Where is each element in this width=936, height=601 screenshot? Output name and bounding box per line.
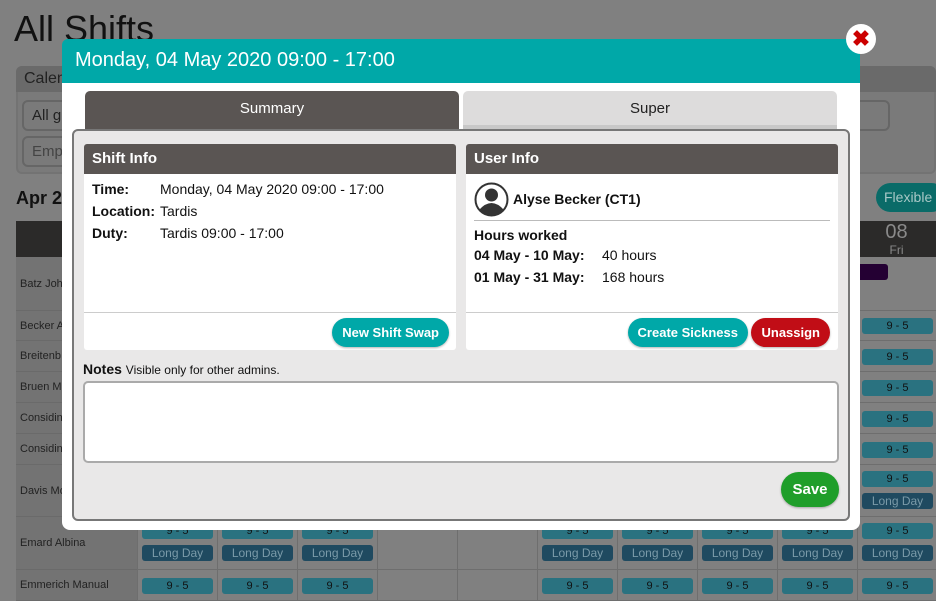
shift-badge-long-day[interactable]: Long Day xyxy=(702,545,773,561)
shift-badge-9-5[interactable]: 9 - 5 xyxy=(542,578,613,594)
shift-cell[interactable] xyxy=(857,257,936,311)
shift-badge-long-day[interactable]: Long Day xyxy=(142,545,213,561)
shift-badge-9-5[interactable]: 9 - 5 xyxy=(862,578,933,594)
shift-info-heading: Shift Info xyxy=(84,144,456,174)
modal-title: Monday, 04 May 2020 09:00 - 17:00 xyxy=(62,39,860,83)
shift-badge-9-5[interactable]: 9 - 5 xyxy=(622,578,693,594)
day-header-fri: 08 Fri xyxy=(857,221,936,257)
shift-badge-9-5[interactable]: 9 - 5 xyxy=(862,441,933,458)
save-button[interactable]: Save xyxy=(781,472,839,507)
duty-label: Duty: xyxy=(92,225,128,241)
hours-value: 168 hours xyxy=(602,269,665,285)
create-sickness-button[interactable]: Create Sickness xyxy=(627,318,748,347)
week-label: Apr 2 xyxy=(16,188,63,208)
shift-badge-long-day[interactable]: Long Day xyxy=(302,545,373,561)
shift-cell[interactable]: 9 - 5 xyxy=(857,403,936,434)
shift-cell[interactable]: 9 - 5 Long Day xyxy=(857,517,936,570)
duty-value: Tardis 09:00 - 17:00 xyxy=(160,225,284,241)
shift-cell[interactable]: 9 - 5 xyxy=(697,570,777,601)
shift-cell[interactable] xyxy=(457,570,537,601)
tab-summary[interactable]: Summary xyxy=(85,91,459,129)
shift-badge-long-day[interactable]: Long Day xyxy=(622,545,693,561)
unassign-button[interactable]: Unassign xyxy=(751,318,830,347)
shift-badge-long-day[interactable]: Long Day xyxy=(862,545,933,561)
shift-cell[interactable]: 9 - 5 xyxy=(137,570,217,601)
location-value: Tardis xyxy=(160,203,198,219)
shift-badge-9-5[interactable]: 9 - 5 xyxy=(862,379,933,396)
hours-range: 04 May - 10 May: xyxy=(474,247,585,263)
user-name: Alyse Becker (CT1) xyxy=(513,191,641,207)
new-shift-swap-button[interactable]: New Shift Swap xyxy=(332,318,449,347)
shift-badge-long-day[interactable]: Long Day xyxy=(782,545,853,561)
user-avatar-icon xyxy=(474,182,509,216)
shift-cell[interactable]: 9 - 5 xyxy=(857,341,936,372)
shift-cell[interactable]: 9 - 5 xyxy=(857,570,936,601)
shift-badge-9-5[interactable]: 9 - 5 xyxy=(782,578,853,594)
shift-cell[interactable]: 9 - 5 xyxy=(857,372,936,403)
shift-cell[interactable]: 9 - 5 xyxy=(537,570,617,601)
shift-badge-9-5[interactable]: 9 - 5 xyxy=(222,578,293,594)
notes-textarea[interactable] xyxy=(83,381,839,463)
notes-hint: Visible only for other admins. xyxy=(125,363,280,377)
notes-title: Notes xyxy=(83,361,122,377)
location-label: Location: xyxy=(92,203,155,219)
shift-cell[interactable]: 9 - 5 Long Day xyxy=(857,465,936,517)
shift-badge-9-5[interactable]: 9 - 5 xyxy=(862,410,933,427)
shift-badge-9-5[interactable]: 9 - 5 xyxy=(302,578,373,594)
shift-cell[interactable]: 9 - 5 xyxy=(617,570,697,601)
shift-badge-long-day[interactable]: Long Day xyxy=(222,545,293,561)
shift-cell[interactable]: 9 - 5 xyxy=(777,570,857,601)
shift-badge-long-day[interactable]: Long Day xyxy=(542,545,613,561)
shift-badge-9-5[interactable]: 9 - 5 xyxy=(862,348,933,365)
shift-badge-9-5[interactable]: 9 - 5 xyxy=(862,471,933,487)
tab-super[interactable]: Super xyxy=(463,91,837,129)
close-icon[interactable]: ✖ xyxy=(846,24,876,54)
day-name: Fri xyxy=(889,243,904,257)
hours-range: 01 May - 31 May: xyxy=(474,269,585,285)
hours-value: 40 hours xyxy=(602,247,657,263)
time-value: Monday, 04 May 2020 09:00 - 17:00 xyxy=(160,181,384,197)
shift-badge-long-day[interactable]: Long Day xyxy=(862,493,933,509)
shift-cell[interactable]: 9 - 5 xyxy=(217,570,297,601)
time-label: Time: xyxy=(92,181,130,197)
shift-cell[interactable] xyxy=(377,570,457,601)
employee-name: Emmerich Manual xyxy=(16,570,137,601)
shift-cell[interactable]: 9 - 5 xyxy=(297,570,377,601)
hours-heading: Hours worked xyxy=(474,227,568,243)
flexible-button[interactable]: Flexible xyxy=(876,183,936,212)
shift-info-card: Shift Info Time: Monday, 04 May 2020 09:0… xyxy=(84,144,456,350)
shift-badge-9-5[interactable]: 9 - 5 xyxy=(862,523,933,539)
day-number: 08 xyxy=(885,221,908,243)
shift-badge-9-5[interactable]: 9 - 5 xyxy=(862,318,933,334)
notes-label: Notes Visible only for other admins. xyxy=(83,361,280,377)
user-info-heading: User Info xyxy=(466,144,838,174)
shift-badge-9-5[interactable]: 9 - 5 xyxy=(702,578,773,594)
shift-badge-9-5[interactable]: 9 - 5 xyxy=(142,578,213,594)
user-info-card: User Info Alyse Becker (CT1) Hours worke… xyxy=(466,144,838,350)
shift-cell[interactable]: 9 - 5 xyxy=(857,311,936,341)
shift-cell[interactable]: 9 - 5 xyxy=(857,434,936,465)
